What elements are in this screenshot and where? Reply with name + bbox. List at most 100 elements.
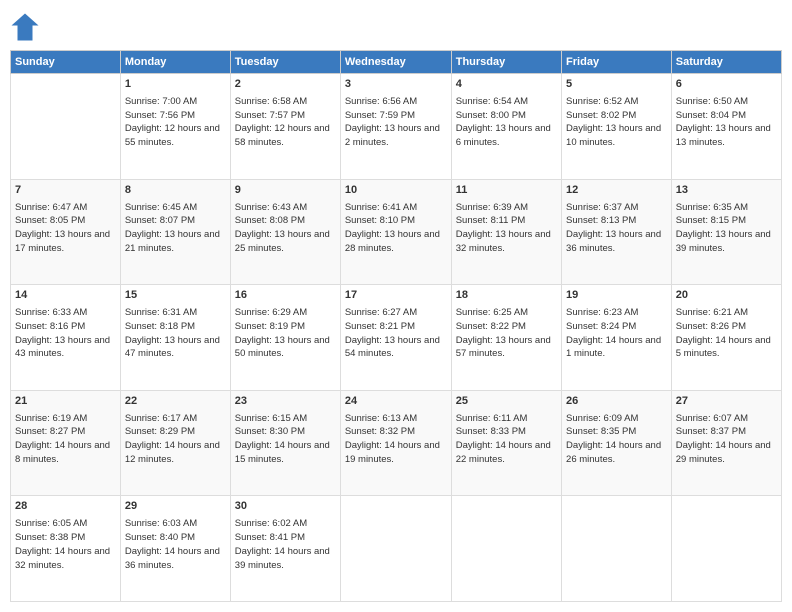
sunset-text: Sunset: 8:07 PM — [125, 215, 195, 226]
calendar-cell: 20Sunrise: 6:21 AMSunset: 8:26 PMDayligh… — [671, 285, 781, 391]
daylight-text: Daylight: 12 hours and 58 minutes. — [235, 123, 330, 148]
sunset-text: Sunset: 7:57 PM — [235, 110, 305, 121]
day-number: 21 — [15, 394, 116, 410]
sunrise-text: Sunrise: 6:03 AM — [125, 518, 197, 529]
calendar-cell: 8Sunrise: 6:45 AMSunset: 8:07 PMDaylight… — [120, 179, 230, 285]
calendar-cell — [562, 496, 672, 602]
sunrise-text: Sunrise: 6:11 AM — [456, 413, 528, 424]
sunset-text: Sunset: 8:19 PM — [235, 321, 305, 332]
day-number: 2 — [235, 77, 336, 93]
sunset-text: Sunset: 7:56 PM — [125, 110, 195, 121]
week-row: 1 Sunrise: 7:00 AM Sunset: 7:56 PM Daylight… — [11, 74, 782, 180]
cell-content: 10Sunrise: 6:41 AMSunset: 8:10 PMDayligh… — [345, 183, 447, 256]
day-number: 10 — [345, 183, 447, 199]
daylight-text: Daylight: 13 hours and 32 minutes. — [456, 229, 551, 254]
daylight-text: Daylight: 13 hours and 57 minutes. — [456, 335, 551, 360]
column-header-monday: Monday — [120, 51, 230, 74]
week-row: 14Sunrise: 6:33 AMSunset: 8:16 PMDayligh… — [11, 285, 782, 391]
day-number: 23 — [235, 394, 336, 410]
daylight-text: Daylight: 13 hours and 17 minutes. — [15, 229, 110, 254]
cell-content: 13Sunrise: 6:35 AMSunset: 8:15 PMDayligh… — [676, 183, 777, 256]
sunrise-text: Sunrise: 6:25 AM — [456, 307, 528, 318]
sunrise-text: Sunrise: 6:58 AM — [235, 96, 307, 107]
cell-content: 2 Sunrise: 6:58 AM Sunset: 7:57 PM Daylight… — [235, 77, 336, 150]
calendar-cell: 27Sunrise: 6:07 AMSunset: 8:37 PMDayligh… — [671, 390, 781, 496]
sunset-text: Sunset: 8:24 PM — [566, 321, 636, 332]
sunset-text: Sunset: 8:13 PM — [566, 215, 636, 226]
calendar-cell: 5Sunrise: 6:52 AMSunset: 8:02 PMDaylight… — [562, 74, 672, 180]
calendar-cell: 22Sunrise: 6:17 AMSunset: 8:29 PMDayligh… — [120, 390, 230, 496]
calendar-cell: 29Sunrise: 6:03 AMSunset: 8:40 PMDayligh… — [120, 496, 230, 602]
daylight-text: Daylight: 13 hours and 43 minutes. — [15, 335, 110, 360]
calendar-cell: 11Sunrise: 6:39 AMSunset: 8:11 PMDayligh… — [451, 179, 561, 285]
sunset-text: Sunset: 8:29 PM — [125, 426, 195, 437]
calendar-table: SundayMondayTuesdayWednesdayThursdayFrid… — [10, 50, 782, 602]
sunset-text: Sunset: 8:08 PM — [235, 215, 305, 226]
sunrise-text: Sunrise: 6:02 AM — [235, 518, 307, 529]
daylight-text: Daylight: 14 hours and 19 minutes. — [345, 440, 440, 465]
daylight-text: Daylight: 13 hours and 47 minutes. — [125, 335, 220, 360]
daylight-text: Daylight: 14 hours and 22 minutes. — [456, 440, 551, 465]
cell-content: 22Sunrise: 6:17 AMSunset: 8:29 PMDayligh… — [125, 394, 226, 467]
header — [10, 10, 782, 42]
cell-content: 29Sunrise: 6:03 AMSunset: 8:40 PMDayligh… — [125, 499, 226, 572]
sunrise-text: Sunrise: 6:05 AM — [15, 518, 87, 529]
cell-content: 7Sunrise: 6:47 AMSunset: 8:05 PMDaylight… — [15, 183, 116, 256]
sunrise-text: Sunrise: 6:23 AM — [566, 307, 638, 318]
column-header-thursday: Thursday — [451, 51, 561, 74]
sunrise-text: Sunrise: 6:21 AM — [676, 307, 748, 318]
sunrise-text: Sunrise: 7:00 AM — [125, 96, 197, 107]
column-header-tuesday: Tuesday — [230, 51, 340, 74]
calendar-cell: 4Sunrise: 6:54 AMSunset: 8:00 PMDaylight… — [451, 74, 561, 180]
sunrise-text: Sunrise: 6:47 AM — [15, 202, 87, 213]
sunset-text: Sunset: 8:11 PM — [456, 215, 526, 226]
cell-content: 16Sunrise: 6:29 AMSunset: 8:19 PMDayligh… — [235, 288, 336, 361]
day-number: 4 — [456, 77, 557, 93]
sunset-text: Sunset: 8:10 PM — [345, 215, 415, 226]
sunrise-text: Sunrise: 6:39 AM — [456, 202, 528, 213]
sunset-text: Sunset: 8:33 PM — [456, 426, 526, 437]
sunrise-text: Sunrise: 6:17 AM — [125, 413, 197, 424]
calendar-cell: 17Sunrise: 6:27 AMSunset: 8:21 PMDayligh… — [340, 285, 451, 391]
day-number: 20 — [676, 288, 777, 304]
day-number: 30 — [235, 499, 336, 515]
sunrise-text: Sunrise: 6:52 AM — [566, 96, 638, 107]
sunrise-text: Sunrise: 6:31 AM — [125, 307, 197, 318]
daylight-text: Daylight: 14 hours and 15 minutes. — [235, 440, 330, 465]
day-number: 15 — [125, 288, 226, 304]
sunset-text: Sunset: 8:32 PM — [345, 426, 415, 437]
day-number: 8 — [125, 183, 226, 199]
sunset-text: Sunset: 8:40 PM — [125, 532, 195, 543]
calendar-cell: 21Sunrise: 6:19 AMSunset: 8:27 PMDayligh… — [11, 390, 121, 496]
day-number: 28 — [15, 499, 116, 515]
sunset-text: Sunset: 8:02 PM — [566, 110, 636, 121]
sunrise-text: Sunrise: 6:33 AM — [15, 307, 87, 318]
sunrise-text: Sunrise: 6:09 AM — [566, 413, 638, 424]
day-number: 17 — [345, 288, 447, 304]
calendar-cell — [671, 496, 781, 602]
header-row: SundayMondayTuesdayWednesdayThursdayFrid… — [11, 51, 782, 74]
day-number: 24 — [345, 394, 447, 410]
sunrise-text: Sunrise: 6:29 AM — [235, 307, 307, 318]
cell-content: 26Sunrise: 6:09 AMSunset: 8:35 PMDayligh… — [566, 394, 667, 467]
cell-content: 14Sunrise: 6:33 AMSunset: 8:16 PMDayligh… — [15, 288, 116, 361]
calendar-cell: 24Sunrise: 6:13 AMSunset: 8:32 PMDayligh… — [340, 390, 451, 496]
sunset-text: Sunset: 8:27 PM — [15, 426, 85, 437]
cell-content: 6Sunrise: 6:50 AMSunset: 8:04 PMDaylight… — [676, 77, 777, 150]
daylight-text: Daylight: 14 hours and 8 minutes. — [15, 440, 110, 465]
cell-content: 15Sunrise: 6:31 AMSunset: 8:18 PMDayligh… — [125, 288, 226, 361]
day-number: 7 — [15, 183, 116, 199]
daylight-text: Daylight: 14 hours and 36 minutes. — [125, 546, 220, 571]
daylight-text: Daylight: 13 hours and 36 minutes. — [566, 229, 661, 254]
day-number: 19 — [566, 288, 667, 304]
sunrise-text: Sunrise: 6:45 AM — [125, 202, 197, 213]
sunset-text: Sunset: 8:41 PM — [235, 532, 305, 543]
calendar-cell: 6Sunrise: 6:50 AMSunset: 8:04 PMDaylight… — [671, 74, 781, 180]
daylight-text: Daylight: 12 hours and 55 minutes. — [125, 123, 220, 148]
sunset-text: Sunset: 8:00 PM — [456, 110, 526, 121]
cell-content: 11Sunrise: 6:39 AMSunset: 8:11 PMDayligh… — [456, 183, 557, 256]
sunset-text: Sunset: 8:30 PM — [235, 426, 305, 437]
cell-content: 3Sunrise: 6:56 AMSunset: 7:59 PMDaylight… — [345, 77, 447, 150]
day-number: 16 — [235, 288, 336, 304]
day-number: 1 — [125, 77, 226, 93]
